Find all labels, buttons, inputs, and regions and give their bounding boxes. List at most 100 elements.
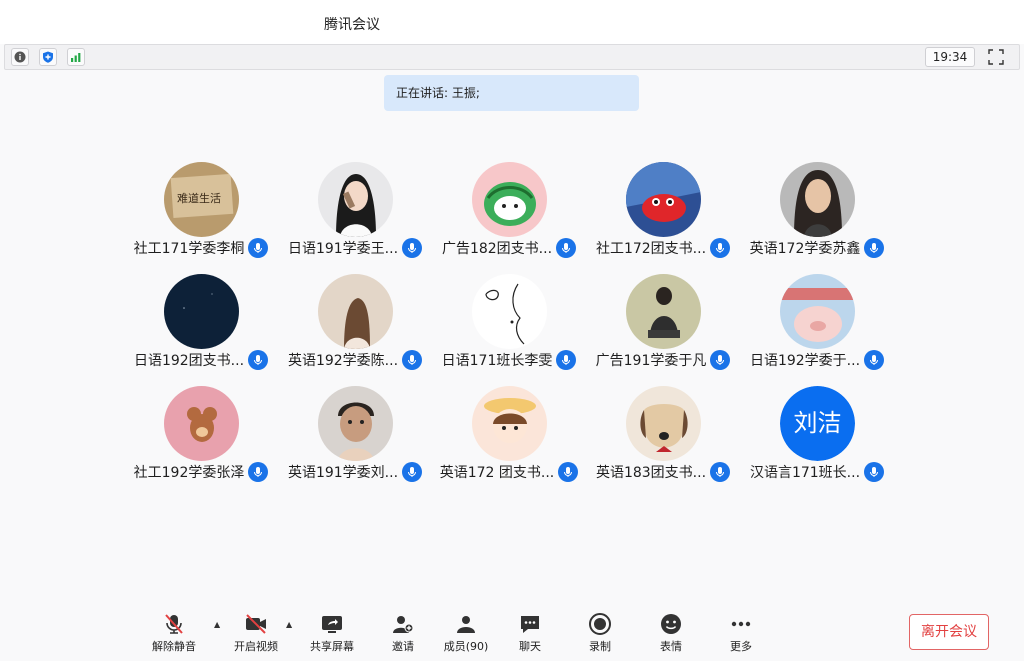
microphone-icon: [710, 350, 731, 370]
participant-name: 英语183团支书...: [595, 465, 707, 481]
participant-tile[interactable]: 日语192团支书...: [124, 272, 278, 372]
participant-name: 英语172学委苏鑫: [749, 241, 861, 257]
video-options-caret[interactable]: ▲: [286, 620, 296, 629]
avatar: [318, 274, 393, 349]
participant-name: 英语191学委刘...: [287, 465, 399, 481]
microphone-icon: [248, 462, 269, 482]
leave-meeting-button[interactable]: 离开会议: [909, 614, 989, 650]
microphone-icon: [556, 238, 577, 258]
invite-button[interactable]: 邀请: [375, 612, 431, 654]
participant-name: 汉语言171班长...: [749, 465, 861, 481]
microphone-icon: [710, 462, 731, 482]
emoji-button[interactable]: 表情: [643, 612, 699, 654]
avatar: [626, 162, 701, 237]
participant-tile[interactable]: 日语191学委王...: [278, 160, 432, 260]
avatar: [626, 386, 701, 461]
avatar: 难道生活: [164, 162, 239, 237]
avatar: [318, 162, 393, 237]
participant-name: 社工171学委李桐: [133, 241, 245, 257]
avatar: [472, 162, 547, 237]
participant-name: 日语191学委王...: [287, 241, 399, 257]
participant-name: 英语192学委陈...: [287, 353, 399, 369]
microphone-icon: [248, 350, 269, 370]
participant-tile[interactable]: 广告182团支书...: [432, 160, 586, 260]
avatar: [626, 274, 701, 349]
meeting-toolbar: 19:34: [4, 44, 1020, 70]
members-label: 成员(90): [443, 640, 489, 653]
participant-name: 社工172团支书...: [595, 241, 707, 257]
microphone-icon: [558, 462, 579, 482]
microphone-icon: [402, 238, 423, 258]
microphone-icon: [402, 350, 423, 370]
participant-name: 广告182团支书...: [441, 241, 553, 257]
more-icon: [731, 621, 751, 627]
microphone-icon: [402, 462, 423, 482]
signal-icon[interactable]: [67, 48, 85, 66]
invite-user-icon: [393, 616, 414, 633]
participant-tile[interactable]: 英语192学委陈...: [278, 272, 432, 372]
more-label: 更多: [730, 640, 752, 653]
participant-name: 日语192学委于...: [749, 353, 861, 369]
microphone-icon: [864, 350, 885, 370]
share-screen-label: 共享屏幕: [310, 640, 354, 653]
info-icon[interactable]: [11, 48, 29, 66]
microphone-icon: [710, 238, 731, 258]
avatar: [780, 274, 855, 349]
participant-tile[interactable]: 日语171班长李雯: [432, 272, 586, 372]
avatar: [164, 386, 239, 461]
shield-icon[interactable]: [39, 48, 57, 66]
participant-tile[interactable]: 英语172学委苏鑫: [740, 160, 894, 260]
start-video-button[interactable]: 开启视频: [228, 612, 284, 654]
chat-label: 聊天: [519, 640, 541, 653]
meeting-clock: 19:34: [925, 47, 975, 67]
speaking-indicator: 正在讲话: 王振;: [384, 75, 639, 111]
participant-tile[interactable]: 难道生活 社工171学委李桐: [124, 160, 278, 260]
participant-name: 日语171班长李雯: [441, 353, 553, 369]
participant-tile[interactable]: 英语172 团支书...: [432, 384, 586, 484]
participant-tile[interactable]: 社工192学委张泽: [124, 384, 278, 484]
window-title: 腾讯会议: [324, 17, 380, 33]
fullscreen-icon[interactable]: [987, 48, 1005, 66]
record-label: 录制: [589, 640, 611, 653]
unmute-label: 解除静音: [152, 640, 196, 653]
bottom-toolbar: 解除静音 ▲ 开启视频 ▲ 共享屏幕 邀请 成员(90) 聊天 录制 表情 更多…: [0, 606, 1024, 661]
microphone-icon: [248, 238, 269, 258]
share-screen-button[interactable]: 共享屏幕: [304, 612, 360, 654]
participant-tile[interactable]: 社工172团支书...: [586, 160, 740, 260]
participant-tile[interactable]: 广告191学委于凡: [586, 272, 740, 372]
participant-name: 日语192团支书...: [133, 353, 245, 369]
unmute-button[interactable]: 解除静音: [146, 612, 202, 654]
avatar-initials: 刘洁: [780, 386, 855, 461]
record-button[interactable]: 录制: [572, 612, 628, 654]
avatar: [472, 386, 547, 461]
audio-options-caret[interactable]: ▲: [214, 620, 224, 629]
participant-name: 社工192学委张泽: [133, 465, 245, 481]
participant-name: 英语172 团支书...: [439, 465, 555, 481]
start-video-label: 开启视频: [234, 640, 278, 653]
members-button[interactable]: 成员(90): [438, 612, 494, 654]
invite-label: 邀请: [392, 640, 414, 653]
participant-tile[interactable]: 日语192学委于...: [740, 272, 894, 372]
microphone-icon: [864, 462, 885, 482]
more-button[interactable]: 更多: [713, 612, 769, 654]
share-screen-icon: [322, 616, 342, 633]
avatar: [780, 162, 855, 237]
participant-tile[interactable]: 刘洁 汉语言171班长...: [740, 384, 894, 484]
members-icon: [457, 616, 475, 633]
participant-name: 广告191学委于凡: [595, 353, 707, 369]
avatar: [472, 274, 547, 349]
record-icon: [589, 613, 611, 635]
microphone-icon: [864, 238, 885, 258]
chat-icon: [521, 616, 539, 633]
participant-tile[interactable]: 英语183团支书...: [586, 384, 740, 484]
chat-button[interactable]: 聊天: [502, 612, 558, 654]
emoji-icon: [661, 614, 681, 634]
avatar: 刘洁: [780, 386, 855, 461]
microphone-icon: [556, 350, 577, 370]
camera-off-icon: [246, 614, 266, 634]
microphone-muted-icon: [165, 614, 183, 634]
emoji-label: 表情: [660, 640, 682, 653]
participant-tile[interactable]: 英语191学委刘...: [278, 384, 432, 484]
avatar: [164, 274, 239, 349]
svg-text:难道生活: 难道生活: [177, 191, 221, 205]
